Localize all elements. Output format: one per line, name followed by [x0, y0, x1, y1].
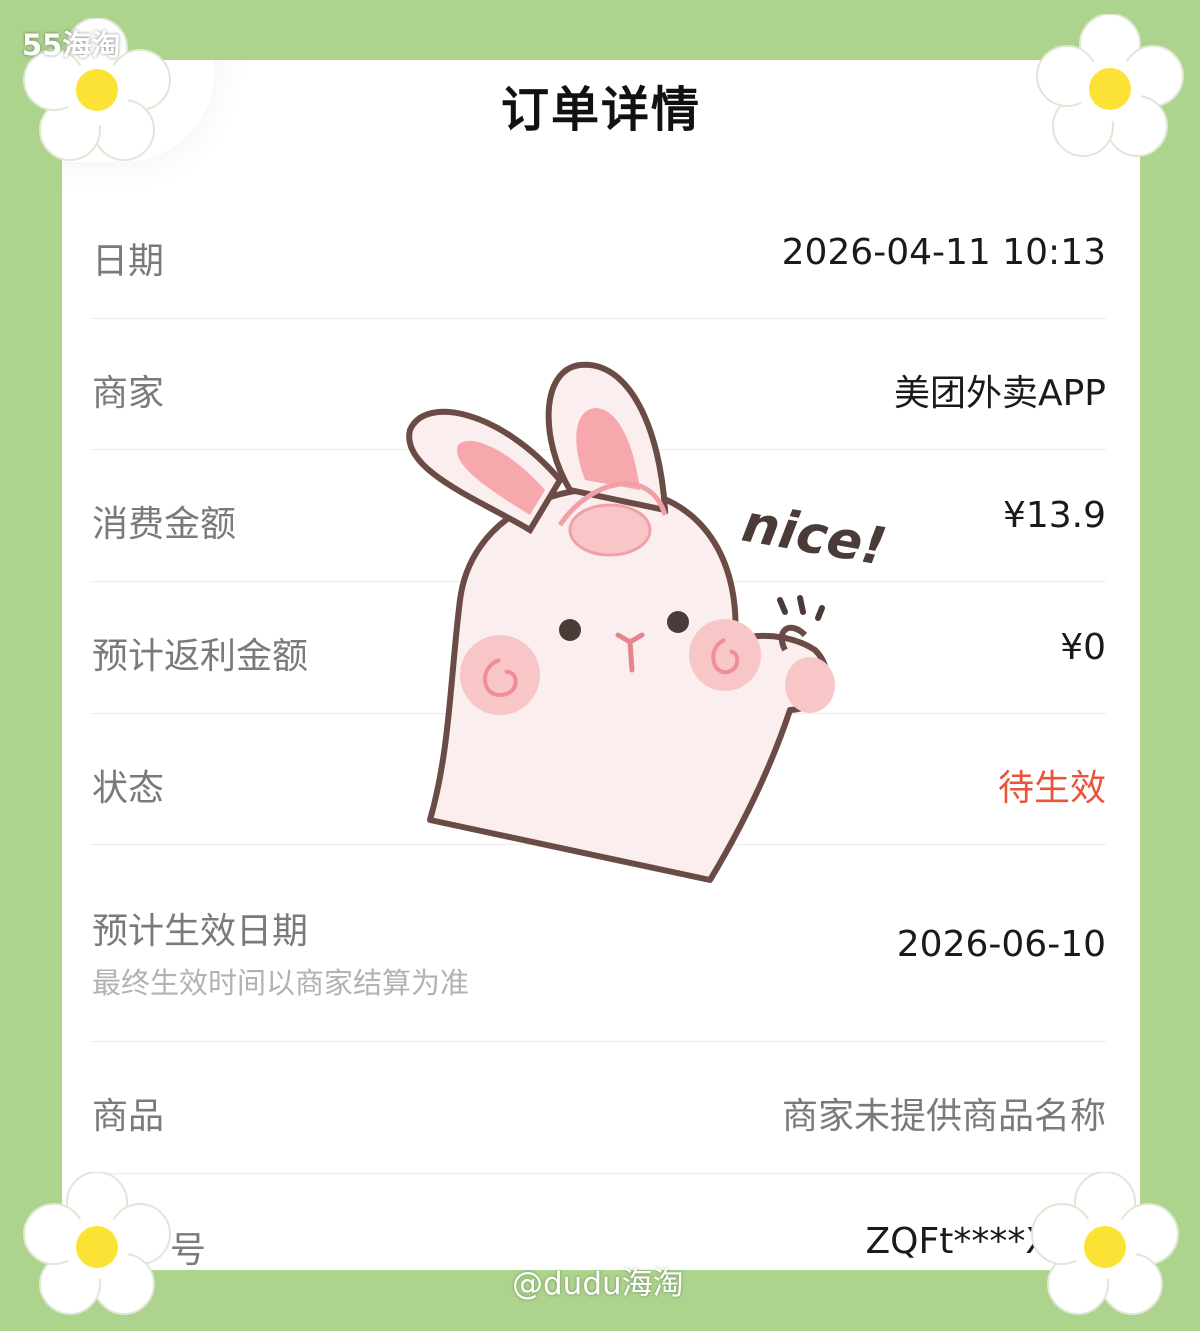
row-label: 日期 [92, 241, 165, 282]
rebate-value: ¥0 [1060, 627, 1106, 668]
flower-icon [23, 1172, 171, 1315]
row-label: 商家 [92, 373, 165, 414]
bunny-sticker: nice! [406, 361, 891, 883]
page-title: 订单详情 [500, 82, 701, 138]
effective-date-note: 最终生效时间以商家结算为准 [92, 966, 470, 1000]
row-label: 预计返利金额 [92, 636, 309, 677]
row-label: 预计生效日期 [92, 911, 309, 952]
row-label: 状态 [92, 768, 165, 809]
row-date: 日期 2026-04-11 10:13 [90, 188, 1106, 319]
product-value: 商家未提供商品名称 [781, 1096, 1106, 1137]
row-order-number: 号 ZQFt****X [90, 1173, 1106, 1270]
watermark-top: 55海淘 [22, 28, 121, 62]
merchant-value: 美团外卖APP [893, 373, 1106, 414]
watermark-bottom: @dudu海淘 [512, 1266, 684, 1302]
status-value: 待生效 [997, 768, 1106, 809]
effective-date-value: 2026-06-10 [896, 924, 1106, 965]
date-value: 2026-04-11 10:13 [781, 232, 1106, 273]
row-label: 商品 [92, 1096, 165, 1137]
amount-value: ¥13.9 [1002, 495, 1106, 536]
order-number-value: ZQFt****X [865, 1221, 1050, 1262]
row-label: 号 [170, 1230, 207, 1270]
flower-icon [1036, 14, 1184, 157]
row-label: 消费金额 [92, 504, 237, 545]
sticker-text: nice! [738, 494, 891, 578]
flower-icon [1031, 1172, 1179, 1315]
row-product: 商品 商家未提供商品名称 [90, 1041, 1106, 1174]
